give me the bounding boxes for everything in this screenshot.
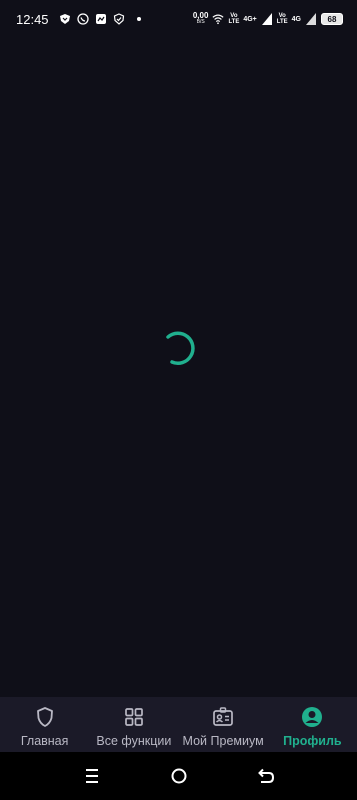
nav-item-home[interactable]: Главная [0,697,89,752]
back-button[interactable] [254,764,278,788]
status-bar-left: 12:45 [16,12,141,27]
whatsapp-icon [76,13,89,25]
sim1-volte-bottom: LTE [228,19,240,25]
system-navigation-bar [0,752,357,800]
bottom-navigation: Главная Все функции Мой Премиум Профиль [0,697,357,752]
notification-dot-icon [136,17,141,21]
nav-label-my-premium: Мой Премиум [182,734,264,748]
sim2-volte-bottom: LTE [276,19,288,25]
sim1-network-type: 4G+ [243,15,257,23]
sim2-network-type: 4G [291,15,301,23]
recent-apps-button[interactable] [80,764,104,788]
nav-item-profile[interactable]: Профиль [268,697,357,752]
loading-spinner [160,329,198,367]
vpn-shield-icon [59,13,71,25]
sim1-signal-icon [261,13,273,25]
gallery-icon [95,13,107,25]
id-card-icon [212,706,234,728]
battery-indicator: 68 [321,13,343,25]
status-time: 12:45 [16,11,49,27]
wifi-icon [212,13,224,25]
network-speed-unit: B/S [196,19,205,25]
sim2-volte: Vo LTE [277,13,288,25]
grid-icon [123,706,145,728]
sim2-signal-icon [305,13,317,25]
network-speed-value: 0,00 [192,11,209,20]
security-check-icon [113,13,125,25]
status-bar-right: 0,00 B/S Vo LTE 4G+ Vo LTE 4G 68 [193,12,343,26]
nav-label-all-features: Все функции [96,734,172,748]
network-speed: 0,00 B/S [193,12,209,26]
nav-label-profile: Профиль [283,734,342,748]
home-button[interactable] [167,764,191,788]
menu-lines-icon [85,769,98,783]
back-arrow-icon [257,768,274,783]
nav-label-home: Главная [20,734,69,748]
shield-icon [34,706,56,728]
home-circle-icon [171,768,186,784]
status-bar: 12:45 0,00 B/S Vo LTE 4G+ Vo LTE 4G 68 [0,0,357,38]
profile-icon [301,706,323,728]
nav-item-my-premium[interactable]: Мой Премиум [179,697,268,752]
sim1-volte: Vo LTE [228,13,239,25]
nav-item-all-features[interactable]: Все функции [89,697,178,752]
